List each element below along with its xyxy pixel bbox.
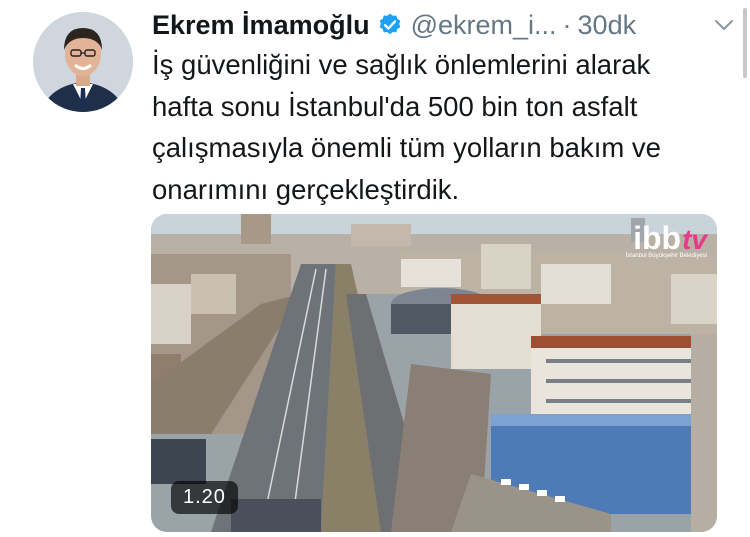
video-thumbnail[interactable]: ibb tv İstanbul Büyükşehir Belediyesi 1.… — [151, 214, 717, 532]
verified-badge-icon — [379, 13, 400, 35]
author-handle[interactable]: @ekrem_i... — [411, 10, 557, 41]
avatar-image — [33, 12, 133, 112]
logo-subtitle: İstanbul Büyükşehir Belediyesi — [625, 253, 707, 259]
chevron-down-icon[interactable] — [712, 13, 736, 37]
tweet-header: Ekrem İmamoğlu @ekrem_i... · 30dk — [152, 8, 736, 42]
tweet-text: İş güvenliğini ve sağlık önlemlerini ala… — [152, 49, 661, 205]
logo-text-accent: tv — [682, 224, 707, 255]
ibbtv-logo: ibb tv İstanbul Büyükşehir Belediyesi — [626, 220, 707, 259]
video-duration-badge: 1.20 — [171, 481, 238, 514]
separator-dot: · — [562, 9, 572, 40]
tweet-timestamp[interactable]: 30dk — [578, 10, 637, 41]
author-name[interactable]: Ekrem İmamoğlu — [152, 10, 370, 41]
avatar[interactable] — [33, 12, 133, 112]
logo-text-main: ibb — [633, 220, 682, 256]
scrollbar-thumb[interactable] — [743, 8, 747, 78]
